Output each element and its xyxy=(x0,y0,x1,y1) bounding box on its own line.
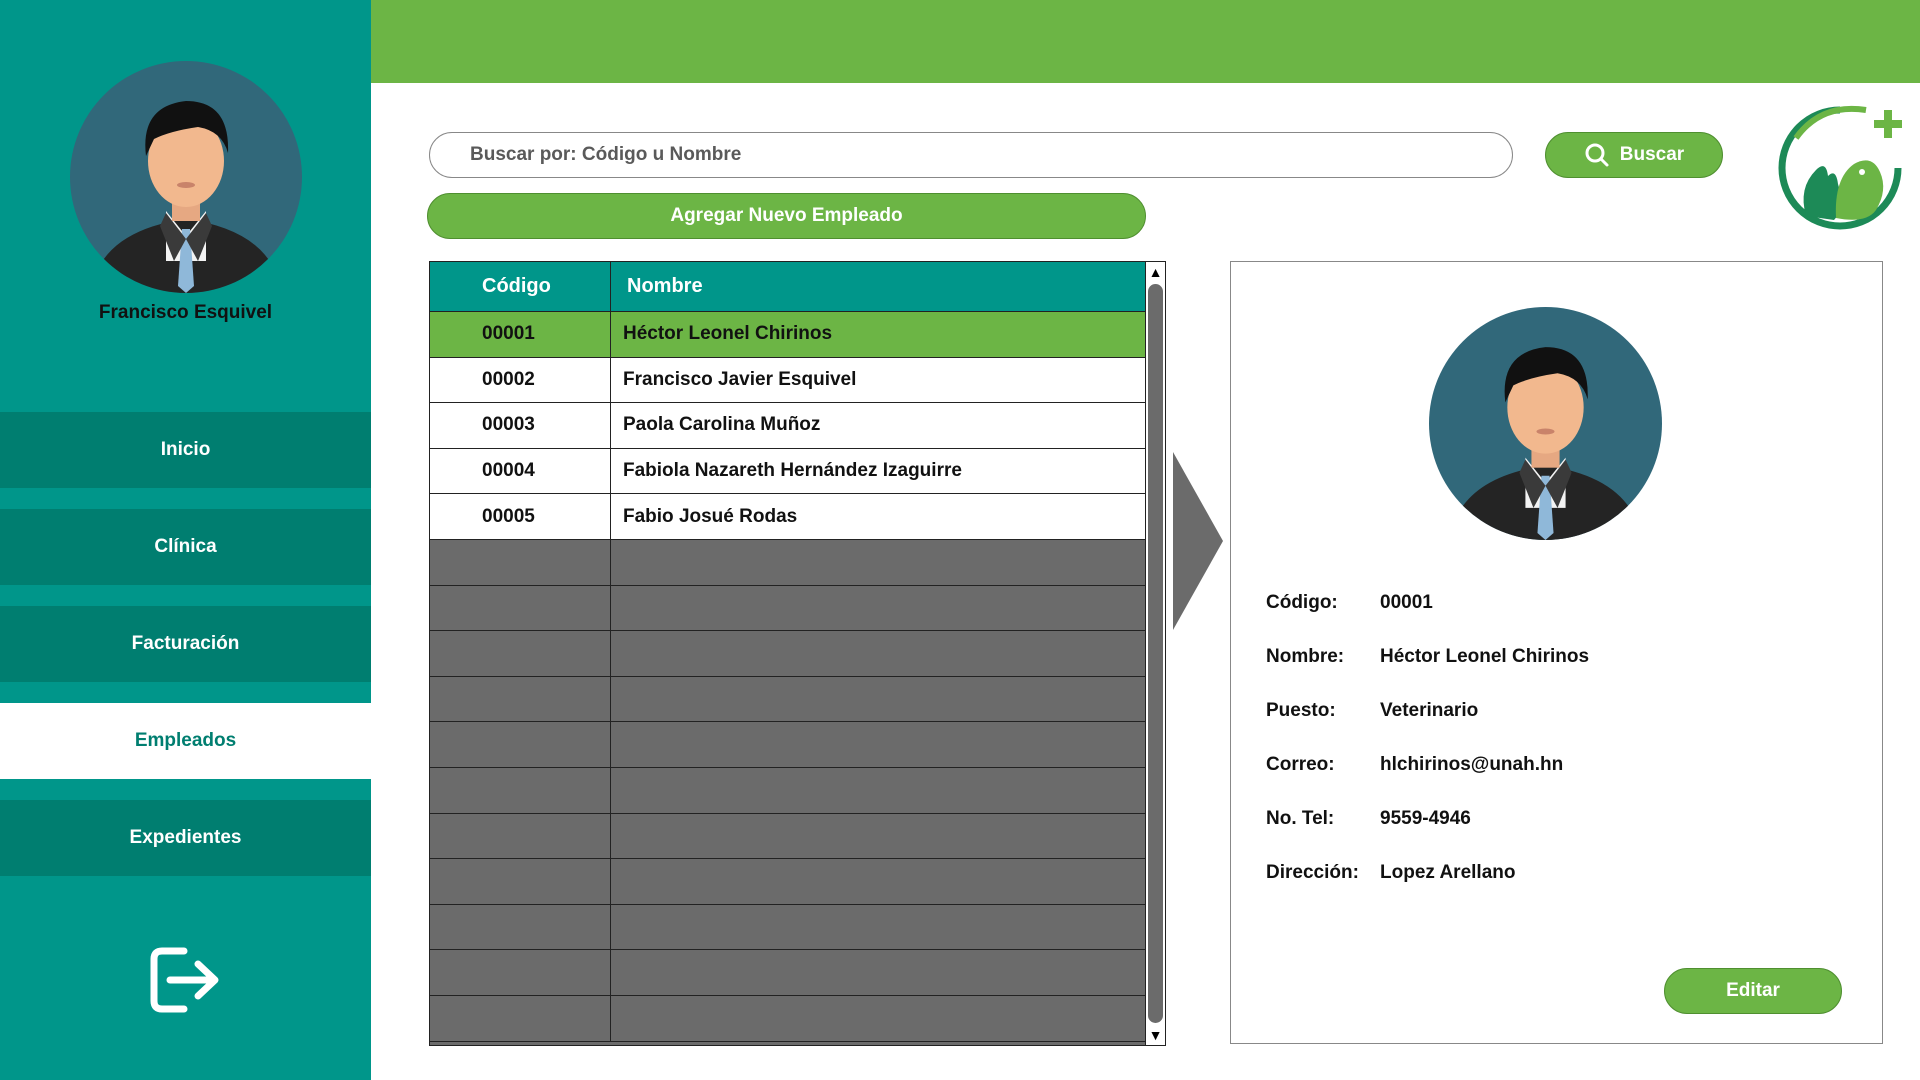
user-name: Francisco Esquivel xyxy=(98,302,273,323)
search-button-label: Buscar xyxy=(1619,144,1685,165)
scroll-thumb[interactable] xyxy=(1148,284,1163,1023)
row-code: 00001 xyxy=(430,312,611,357)
search-icon xyxy=(1585,143,1609,167)
table-row[interactable]: 00005 Fabio Josué Rodas xyxy=(430,494,1145,540)
row-name: Paola Carolina Muñoz xyxy=(623,414,821,436)
row-code: 00002 xyxy=(430,357,611,403)
empty-table-row xyxy=(430,995,1145,1042)
table-row[interactable]: 00002 Francisco Javier Esquivel xyxy=(430,357,1145,404)
employee-detail-panel: Código: 00001 Nombre: Héctor Leonel Chir… xyxy=(1230,261,1883,1044)
employee-avatar xyxy=(1429,307,1662,540)
field-name-value: Héctor Leonel Chirinos xyxy=(1380,646,1590,667)
edit-button[interactable]: Editar xyxy=(1664,968,1842,1014)
field-name-label: Nombre: xyxy=(1266,646,1345,667)
empty-table-row xyxy=(430,813,1145,860)
field-code: Código: 00001 xyxy=(1266,592,1433,614)
row-name: Francisco Javier Esquivel xyxy=(623,368,857,390)
nav-item-expedientes[interactable]: Expedientes xyxy=(0,800,371,876)
field-address-value: Lopez Arellano xyxy=(1380,862,1516,883)
search-input[interactable] xyxy=(429,132,1513,178)
field-position-value: Veterinario xyxy=(1380,700,1479,721)
field-code-value: 00001 xyxy=(1380,592,1433,613)
employees-table: Código Nombre 00001 Héctor Leonel Chirin… xyxy=(429,261,1146,1046)
field-position-label: Puesto: xyxy=(1266,700,1336,721)
add-employee-button[interactable]: Agregar Nuevo Empleado xyxy=(427,193,1146,239)
search-button[interactable]: Buscar xyxy=(1545,132,1723,178)
top-bar xyxy=(371,0,1920,83)
field-address: Dirección: Lopez Arellano xyxy=(1266,862,1515,884)
empty-table-row xyxy=(430,631,1145,677)
row-code: 00003 xyxy=(430,403,611,448)
field-email-label: Correo: xyxy=(1266,754,1335,775)
field-email: Correo: hlchirinos@unah.hn xyxy=(1266,754,1563,776)
scroll-up-arrow-icon[interactable]: ▲ xyxy=(1148,263,1163,281)
field-address-label: Dirección: xyxy=(1266,862,1359,883)
empty-table-row xyxy=(430,676,1145,723)
logout-icon[interactable] xyxy=(148,945,224,1015)
column-header-code[interactable]: Código xyxy=(430,262,611,311)
table-row[interactable]: 00004 Fabiola Nazareth Hernández Izaguir… xyxy=(430,448,1145,495)
field-code-label: Código: xyxy=(1266,592,1338,613)
row-code: 00005 xyxy=(430,494,611,539)
row-name: Héctor Leonel Chirinos xyxy=(623,323,833,345)
nav-item-empleados[interactable]: Empleados xyxy=(0,703,371,779)
empty-table-row xyxy=(430,767,1145,814)
empty-table-row xyxy=(430,539,1145,586)
row-name: Fabiola Nazareth Hernández Izaguirre xyxy=(623,460,962,482)
field-phone: No. Tel: 9559-4946 xyxy=(1266,808,1471,830)
row-name: Fabio Josué Rodas xyxy=(623,505,798,527)
field-position: Puesto: Veterinario xyxy=(1266,700,1478,722)
table-row[interactable]: 00001 Héctor Leonel Chirinos xyxy=(430,312,1145,358)
row-code: 00004 xyxy=(430,448,611,494)
empty-table-row xyxy=(430,904,1145,951)
field-name: Nombre: Héctor Leonel Chirinos xyxy=(1266,646,1589,668)
table-header: Código Nombre xyxy=(430,262,1145,312)
sidebar: Francisco Esquivel Inicio Clínica Factur… xyxy=(0,0,371,1080)
field-phone-label: No. Tel: xyxy=(1266,808,1335,829)
empty-table-row xyxy=(430,950,1145,996)
arrow-right-icon xyxy=(1173,452,1223,630)
empty-table-row xyxy=(430,585,1145,632)
table-row[interactable]: 00003 Paola Carolina Muñoz xyxy=(430,403,1145,449)
nav-item-clinica[interactable]: Clínica xyxy=(0,509,371,585)
empty-table-row xyxy=(430,722,1145,768)
vet-clinic-logo xyxy=(1776,98,1904,230)
column-header-name[interactable]: Nombre xyxy=(611,262,1145,311)
empty-table-row xyxy=(430,859,1145,905)
table-scrollbar[interactable]: ▲ ▼ xyxy=(1146,261,1166,1046)
nav-item-inicio[interactable]: Inicio xyxy=(0,412,371,488)
nav-item-facturacion[interactable]: Facturación xyxy=(0,606,371,682)
field-email-value: hlchirinos@unah.hn xyxy=(1380,754,1564,775)
user-avatar xyxy=(70,61,302,293)
field-phone-value: 9559-4946 xyxy=(1380,808,1471,829)
scroll-down-arrow-icon[interactable]: ▼ xyxy=(1148,1026,1163,1044)
